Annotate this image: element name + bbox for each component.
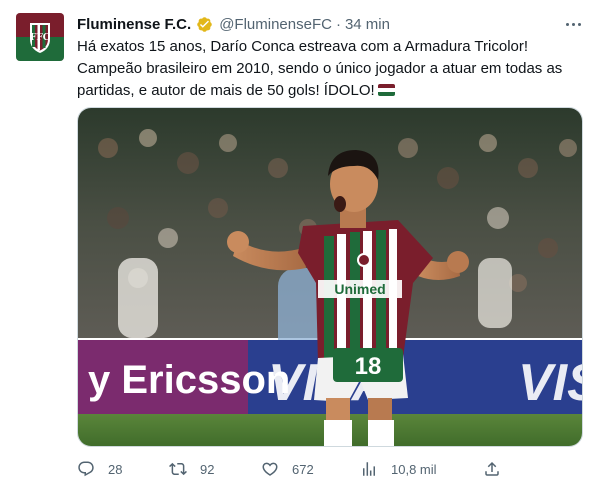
tweet-header: Fluminense F.C. @FluminenseFC · 34 min <box>77 14 390 34</box>
tweet-card[interactable]: FFC Fluminense F.C. @FluminenseFC · 34 m… <box>0 0 601 489</box>
fluminense-crest-icon: FFC <box>16 13 64 61</box>
views-button[interactable]: 10,8 mil <box>360 455 437 483</box>
tweet-text-line: Há exatos 15 anos, Darío Conca estreava … <box>77 38 529 55</box>
tweet-photo[interactable]: y Ericsson VISA VIS Unimed <box>77 107 583 447</box>
timestamp[interactable]: 34 min <box>345 16 390 33</box>
shirt-number: 18 <box>355 353 382 380</box>
tweet-text-line: partidas, e autor de mais de 50 gols! ÍD… <box>77 80 582 102</box>
user-handle[interactable]: @FluminenseFC <box>219 16 332 33</box>
ad-board-visa-2: VIS <box>518 354 583 412</box>
retweet-count: 92 <box>200 461 215 477</box>
more-options-icon[interactable] <box>560 12 586 36</box>
verified-badge-icon[interactable] <box>196 16 213 33</box>
tricolor-flag-emoji-icon <box>377 84 395 96</box>
reply-button[interactable]: 28 <box>77 455 122 483</box>
tweet-text-line: Campeão brasileiro em 2010, sendo o únic… <box>77 60 563 77</box>
views-chart-icon <box>363 462 375 476</box>
svg-text:FFC: FFC <box>30 33 50 43</box>
retweet-icon <box>169 462 187 476</box>
avatar[interactable]: FFC <box>16 13 64 61</box>
tweet-text-line-content: partidas, e autor de mais de 50 gols! ÍD… <box>77 82 375 99</box>
tweet-actions: 28 92 672 10,8 mil <box>77 455 583 483</box>
tweet-text: Há exatos 15 anos, Darío Conca estreava … <box>77 36 582 102</box>
retweet-button[interactable]: 92 <box>169 455 214 483</box>
share-icon <box>485 461 499 476</box>
like-count: 672 <box>292 461 314 477</box>
display-name[interactable]: Fluminense F.C. <box>77 16 191 33</box>
shirt-sponsor-text: Unimed <box>334 281 385 297</box>
player-celebration-photo: y Ericsson VISA VIS Unimed <box>78 108 583 446</box>
views-count: 10,8 mil <box>391 461 437 477</box>
heart-icon <box>262 462 278 476</box>
reply-count: 28 <box>108 461 123 477</box>
reply-icon <box>78 461 94 477</box>
share-button[interactable] <box>483 455 501 483</box>
like-button[interactable]: 672 <box>261 455 314 483</box>
separator-dot: · <box>335 15 341 33</box>
ad-board-ericsson: y Ericsson <box>88 358 290 402</box>
